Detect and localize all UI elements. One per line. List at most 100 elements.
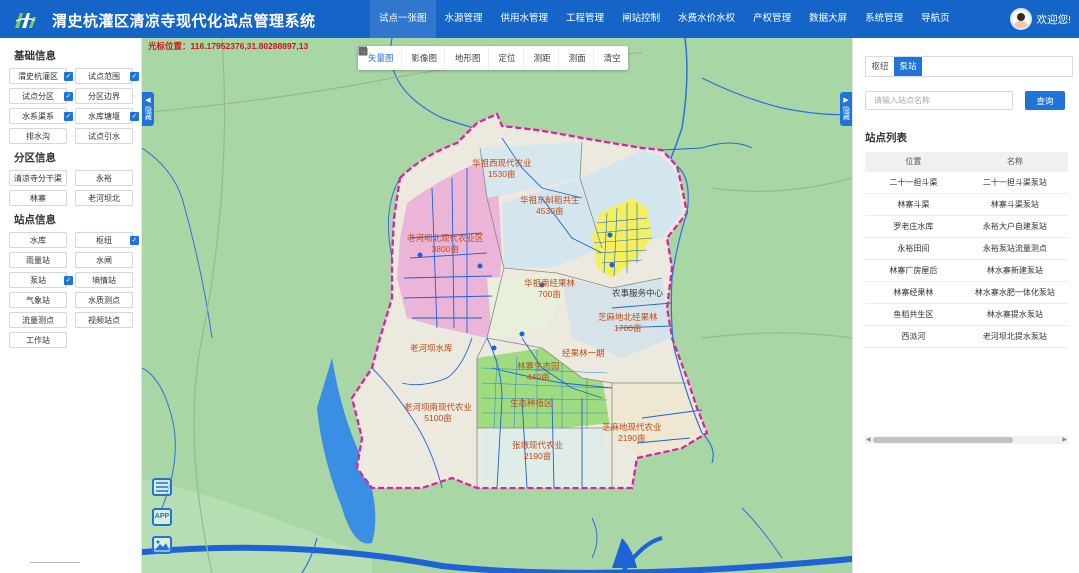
layer-label: 老河坝北	[88, 194, 120, 203]
checkbox-checked-icon[interactable]: ✓	[130, 112, 139, 121]
station-name: 老河坝北提水泵站	[982, 332, 1047, 341]
map-tool-trash-button[interactable]: 清空	[359, 46, 628, 70]
layer-toggle[interactable]: 水质测点	[75, 292, 133, 308]
nav-item[interactable]: 水费水价水权	[669, 0, 744, 38]
nav-item[interactable]: 供用水管理	[492, 0, 558, 38]
checkbox-checked-icon[interactable]: ✓	[130, 72, 139, 81]
map-tool-area-button[interactable]: 测面	[358, 46, 594, 70]
checkbox-checked-icon[interactable]: ✓	[64, 276, 73, 285]
zone-label: 老河坝水库	[410, 343, 453, 353]
layer-label: 试点引水	[88, 132, 120, 141]
layer-toggle[interactable]: 视频站点	[75, 312, 133, 328]
layer-label: 视频站点	[88, 316, 120, 325]
tab-1[interactable]: 泵站	[894, 57, 922, 76]
layer-toggle[interactable]: 泵站 ✓	[9, 272, 73, 288]
table-row[interactable]: 罗老庄水库 永裕大户自建泵站	[865, 216, 1068, 238]
station-search-input[interactable]	[865, 91, 1013, 110]
layer-toggle[interactable]: 永裕	[75, 170, 133, 186]
layer-toggle[interactable]: 清凉寺分干渠	[9, 170, 67, 186]
layer-toggle[interactable]: 排水沟	[9, 128, 67, 144]
collapse-left-panel-button[interactable]: ◀ 隐藏	[142, 92, 154, 126]
map-tool-terrain-button[interactable]: 地形图	[358, 46, 489, 70]
table-header: 位置 名称	[865, 152, 1068, 172]
nav-item[interactable]: 试点一张图	[370, 0, 436, 38]
nav-item[interactable]: 数据大屏	[800, 0, 856, 38]
map-tool-earth-button[interactable]: 影像图	[359, 46, 446, 70]
nav-item[interactable]: 系统管理	[856, 0, 912, 38]
section-title: 分区信息	[14, 152, 56, 164]
station-name: 林寨斗渠泵站	[990, 200, 1039, 209]
query-button[interactable]: 查询	[1025, 91, 1065, 110]
scroll-left-icon[interactable]: ◀	[866, 436, 871, 444]
layer-toggle[interactable]: 水库	[9, 232, 67, 248]
checkbox-checked-icon[interactable]: ✓	[64, 112, 73, 121]
layer-toggle[interactable]: 老河坝北	[75, 190, 133, 206]
station-name: 二十一担斗渠泵站	[982, 178, 1047, 187]
checkbox-checked-icon[interactable]: ✓	[130, 236, 139, 245]
table-row[interactable]: 林寨经果林 林水寨水肥一体化泵站	[865, 282, 1068, 304]
layer-toggle[interactable]: 墒情站	[75, 272, 133, 288]
layer-toggle[interactable]: 分区边界	[75, 88, 133, 104]
map-tool-label: 测面	[568, 53, 586, 63]
layer-label: 分区边界	[88, 92, 120, 101]
map-tool-label: 清空	[603, 53, 621, 63]
app-icon[interactable]: APP	[152, 508, 172, 526]
map-tool-locate-button[interactable]: 定位	[358, 46, 524, 70]
map-canvas[interactable]	[142, 38, 852, 573]
table-row[interactable]: 鱼稻共生区 林水寨提水泵站	[865, 304, 1068, 326]
scrollbar-thumb[interactable]	[873, 437, 1013, 443]
layer-toggle[interactable]: 雨量站	[9, 252, 67, 268]
map-tool-ruler-button[interactable]: 测距	[358, 46, 559, 70]
layer-toggle[interactable]: 工作站	[9, 332, 67, 348]
logo-icon	[15, 13, 36, 28]
layer-grid: 清凉寺分干渠 永裕林寨 老河坝北	[9, 170, 133, 206]
layer-label: 工作站	[26, 336, 50, 345]
layer-toggle[interactable]: 水系渠系 ✓	[9, 108, 73, 124]
station-location: 西派河	[901, 332, 926, 341]
map-view[interactable]: 光标位置：116.17952376,31.80288897,13 矢量图 影像图 地…	[142, 38, 852, 573]
layer-toggle[interactable]: 枢纽 ✓	[75, 232, 139, 248]
station-name: 林水寨提水泵站	[986, 310, 1043, 319]
nav-item[interactable]: 闸站控制	[613, 0, 669, 38]
user-menu[interactable]: 欢迎您!	[1009, 8, 1071, 30]
station-type-tabs: 枢纽 泵站	[865, 56, 1073, 77]
layer-toggle[interactable]: 渭史杭灌区 ✓	[9, 68, 73, 84]
layer-label: 永裕	[96, 174, 112, 183]
avatar[interactable]	[1009, 8, 1032, 30]
checkbox-checked-icon[interactable]: ✓	[64, 92, 73, 101]
layer-label: 雨量站	[26, 256, 50, 265]
collapse-right-panel-button[interactable]: ▶ 隐藏	[840, 92, 852, 126]
nav-item[interactable]: 导航页	[912, 0, 959, 38]
column-header: 位置	[905, 157, 922, 166]
horizontal-scrollbar[interactable]: ◀ ▶	[865, 436, 1068, 444]
layer-toggle[interactable]: 水闸	[75, 252, 133, 268]
map-tool-label: 定位	[498, 53, 516, 63]
table-row[interactable]: 西派河 老河坝北提水泵站	[865, 326, 1068, 348]
nav-item[interactable]: 工程管理	[557, 0, 613, 38]
nav-item[interactable]: 水源管理	[436, 0, 492, 38]
station-location: 鱼稻共生区	[893, 310, 934, 319]
table-row[interactable]: 林寨斗渠 林寨斗渠泵站	[865, 194, 1068, 216]
layer-label: 水质测点	[88, 296, 120, 305]
table-row[interactable]: 林寨厂房屋后 林水寨新建泵站	[865, 260, 1068, 282]
station-location: 永裕田间	[897, 244, 930, 253]
layer-toggle[interactable]: 试点范围 ✓	[75, 68, 139, 84]
layer-list-icon[interactable]	[152, 478, 172, 496]
scroll-right-icon[interactable]: ▶	[1062, 436, 1067, 444]
layer-toggle[interactable]: 试点引水	[75, 128, 133, 144]
table-row[interactable]: 永裕田间 永裕泵站流量测点	[865, 238, 1068, 260]
layer-label: 清凉寺分干渠	[14, 174, 62, 183]
layer-toggle[interactable]: 水库塘堰 ✓	[75, 108, 139, 124]
layer-toggle[interactable]: 试点分区 ✓	[9, 88, 73, 104]
layer-toggle[interactable]: 林寨	[9, 190, 67, 206]
checkbox-checked-icon[interactable]: ✓	[64, 72, 73, 81]
layer-toggle[interactable]: 流量测点	[9, 312, 67, 328]
station-list-title: 站点列表	[865, 132, 907, 144]
nav-item[interactable]: 产权管理	[744, 0, 800, 38]
table-row[interactable]: 二十一担斗渠 二十一担斗渠泵站	[865, 172, 1068, 194]
layer-label: 排水沟	[26, 132, 50, 141]
tab-0[interactable]: 枢纽	[866, 57, 894, 76]
picture-icon[interactable]	[152, 536, 172, 554]
layer-toggle[interactable]: 气象站	[9, 292, 67, 308]
station-location: 林寨斗渠	[897, 200, 930, 209]
